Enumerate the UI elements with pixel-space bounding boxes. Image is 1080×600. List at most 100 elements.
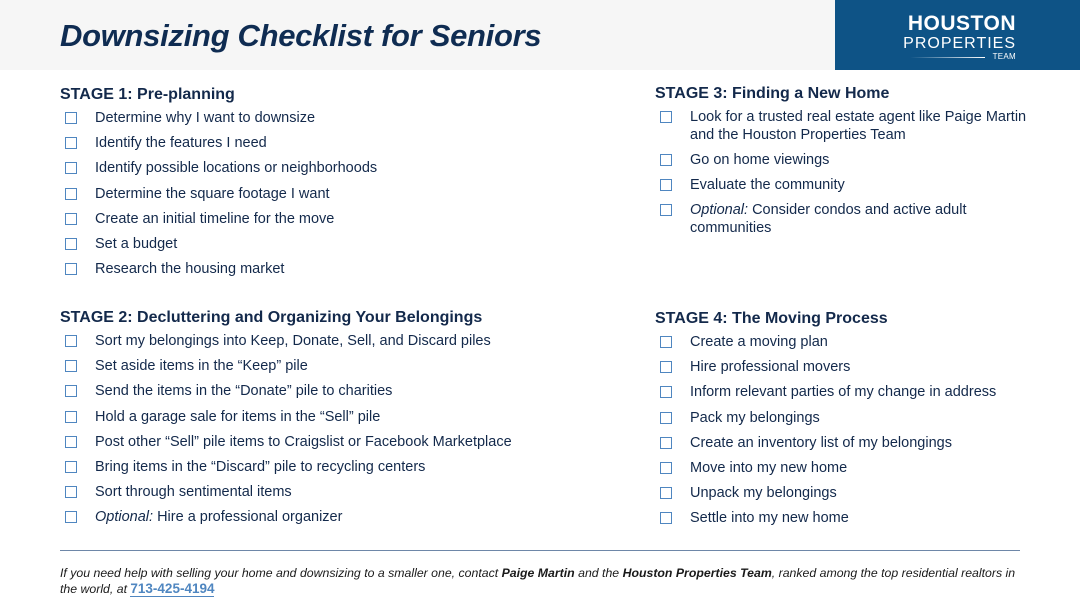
checkbox[interactable] [65, 385, 77, 398]
checkbox[interactable] [660, 179, 672, 191]
checklist-item-label: Look for a trusted real estate agent lik… [690, 109, 1026, 143]
checkbox[interactable] [65, 511, 77, 524]
checklist-item: Optional: Hire a professional organizer [60, 508, 580, 526]
checkbox[interactable] [65, 187, 77, 200]
checklist-item: Optional: Consider condos and active adu… [655, 201, 1035, 237]
checkbox[interactable] [660, 204, 672, 216]
optional-prefix: Optional: [690, 202, 749, 218]
footer-text: If you need help with selling your home … [60, 566, 502, 581]
item-text: Hire a professional organizer [153, 509, 343, 526]
checkbox[interactable] [660, 512, 672, 525]
logo-line-houston: HOUSTON [907, 12, 1016, 35]
item-text: Create an inventory list of my belonging… [690, 434, 952, 451]
checklist-item-label: Go on home viewings [690, 152, 829, 168]
item-text: Create an initial timeline for the move [95, 210, 335, 227]
checklist-item-label: Create a moving plan [690, 334, 828, 350]
logo-line-team: TEAM [992, 52, 1016, 61]
checklist-item-label: Sort my belongings into Keep, Donate, Se… [95, 333, 491, 349]
checkbox[interactable] [65, 486, 77, 499]
checklist-item: Look for a trusted real estate agent lik… [655, 108, 1035, 144]
item-text: Sort through sentimental items [95, 484, 292, 501]
checklist: Sort my belongings into Keep, Donate, Se… [60, 332, 580, 526]
stage-heading: STAGE 1: Pre-planning [60, 86, 235, 103]
item-text: Create a moving plan [690, 334, 828, 350]
checklist: Look for a trusted real estate agent lik… [655, 108, 1035, 237]
checklist-item: Determine why I want to downsize [60, 109, 530, 127]
item-text: Evaluate the community [690, 177, 845, 193]
checklist-item-label: Optional: Consider condos and active adu… [690, 202, 967, 236]
checklist-item: Pack my belongings [655, 409, 1080, 427]
checklist-item: Inform relevant parties of my change in … [655, 383, 1080, 401]
checklist-item-label: Settle into my new home [690, 510, 849, 526]
stage-1-section: STAGE 1: Pre-planning Determine why I wa… [60, 85, 530, 285]
item-text: Determine the square footage I want [95, 185, 330, 202]
checkbox[interactable] [65, 162, 77, 175]
checklist-item: Create a moving plan [655, 333, 1080, 351]
checkbox[interactable] [65, 212, 77, 225]
item-text: Move into my new home [690, 459, 848, 476]
item-text: Look for a trusted real estate agent lik… [690, 109, 1027, 143]
checklist-item: Sort through sentimental items [60, 483, 580, 501]
checkbox[interactable] [65, 137, 77, 150]
checklist-item-label: Unpack my belongings [690, 485, 837, 501]
item-text: Hire professional movers [690, 359, 851, 376]
checklist-item-label: Bring items in the “Discard” pile to rec… [95, 459, 425, 475]
checklist: Determine why I want to downsize Identify… [60, 109, 530, 278]
checklist-item: Send the items in the “Donate” pile to c… [60, 382, 580, 400]
checkbox[interactable] [660, 487, 672, 500]
stage-heading: STAGE 2: Decluttering and Organizing You… [60, 309, 483, 326]
checkbox[interactable] [65, 335, 77, 347]
item-text: Bring items in the “Discard” pile to rec… [95, 458, 426, 475]
brand-logo: HOUSTON PROPERTIES TEAM [835, 0, 1080, 70]
checklist-item-label: Pack my belongings [690, 410, 820, 426]
item-text: Pack my belongings [690, 409, 820, 426]
checklist-item: Hire professional movers [655, 358, 1080, 376]
checklist-item-label: Post other “Sell” pile items to Craigsli… [95, 434, 512, 450]
optional-prefix: Optional: [95, 509, 154, 526]
checkbox[interactable] [660, 361, 672, 374]
item-text: Post other “Sell” pile items to Craigsli… [95, 433, 512, 450]
checklist-item-label: Hold a garage sale for items in the “Sel… [95, 409, 380, 425]
checkbox[interactable] [65, 237, 77, 250]
checklist-item-label: Hire professional movers [690, 359, 850, 375]
checklist-item: Evaluate the community [655, 176, 1035, 194]
checklist-item-label: Determine why I want to downsize [95, 110, 315, 126]
checkbox[interactable] [65, 360, 77, 373]
team-name: Houston Properties Team [622, 566, 772, 581]
footer-note: If you need help with selling your home … [60, 565, 1025, 598]
checklist-item-label: Identify the features I need [95, 135, 267, 151]
checkbox[interactable] [65, 263, 77, 276]
checkbox[interactable] [65, 460, 77, 473]
checkbox[interactable] [660, 436, 672, 449]
checkbox[interactable] [660, 336, 672, 348]
checkbox[interactable] [660, 154, 672, 166]
checklist-item-label: Send the items in the “Donate” pile to c… [95, 383, 392, 399]
checkbox[interactable] [660, 461, 672, 474]
item-text: Inform relevant parties of my change in … [690, 384, 997, 401]
checklist-item-label: Identify possible locations or neighborh… [95, 160, 377, 176]
checkbox[interactable] [65, 112, 77, 124]
footer-divider [60, 550, 1020, 551]
checkbox[interactable] [660, 386, 672, 399]
checklist-item: Set a budget [60, 235, 530, 253]
checklist-item: Research the housing market [60, 260, 530, 278]
header: Downsizing Checklist for Seniors HOUSTON… [0, 0, 1080, 70]
stage-4-section: STAGE 4: The Moving Process Create a mov… [655, 309, 1080, 535]
checklist-item: Determine the square footage I want [60, 185, 530, 203]
checklist-item: Bring items in the “Discard” pile to rec… [60, 458, 580, 476]
item-text: Sort my belongings into Keep, Donate, Se… [95, 333, 491, 349]
checkbox[interactable] [660, 411, 672, 424]
checkbox[interactable] [65, 410, 77, 423]
checklist-item: Post other “Sell” pile items to Craigsli… [60, 433, 580, 451]
checkbox[interactable] [65, 435, 77, 448]
stage-heading: STAGE 4: The Moving Process [655, 310, 888, 327]
stage-3-section: STAGE 3: Finding a New Home Look for a t… [655, 84, 1035, 244]
item-text: Research the housing market [95, 261, 285, 278]
checkbox[interactable] [660, 111, 672, 123]
item-text: Identify the features I need [95, 135, 267, 152]
footer-text: and the [574, 566, 623, 581]
phone-link[interactable]: 713-425-4194 [130, 581, 215, 598]
checklist-item-label: Inform relevant parties of my change in … [690, 384, 996, 400]
checklist-item: Unpack my belongings [655, 484, 1080, 502]
item-text: Settle into my new home [690, 510, 849, 527]
